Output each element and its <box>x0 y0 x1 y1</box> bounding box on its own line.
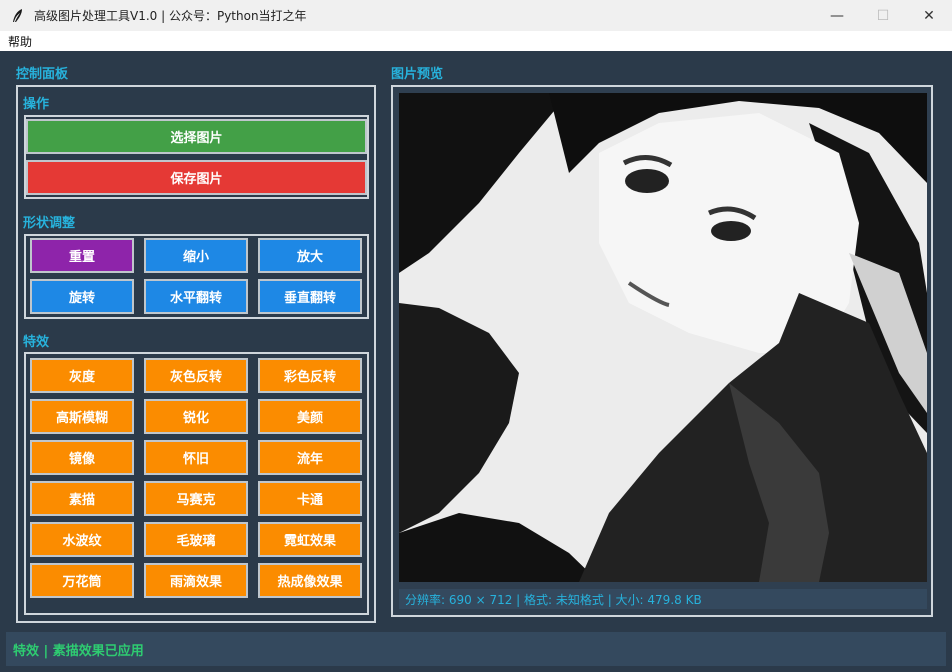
shrink-button[interactable]: 缩小 <box>144 238 248 273</box>
flip-vertical-button[interactable]: 垂直翻转 <box>258 279 362 314</box>
preview-panel: 图片预览 分辨率: 690 × 712 | 格式: 未知格式 | 大小: 479… <box>383 61 937 623</box>
save-image-button[interactable]: 保存图片 <box>26 160 367 195</box>
status-bar: 特效 | 素描效果已应用 <box>6 632 946 666</box>
effect-frosted-glass-button[interactable]: 毛玻璃 <box>144 522 248 557</box>
effect-gray-invert-button[interactable]: 灰色反转 <box>144 358 248 393</box>
menu-help[interactable]: 帮助 <box>0 33 40 50</box>
preview-title: 图片预览 <box>391 67 444 82</box>
feather-icon <box>10 8 26 24</box>
effect-beautify-button[interactable]: 美颜 <box>258 399 362 434</box>
effect-cartoon-button[interactable]: 卡通 <box>258 481 362 516</box>
control-panel: 控制面板 操作 选择图片 保存图片 形状调整 重置 缩小 放大 旋转 水平翻转 … <box>6 61 378 623</box>
effect-grayscale-button[interactable]: 灰度 <box>30 358 134 393</box>
minimize-button[interactable]: — <box>814 0 860 31</box>
effect-thermal-button[interactable]: 热成像效果 <box>258 563 362 598</box>
preview-image <box>399 93 927 582</box>
effect-mirror-button[interactable]: 镜像 <box>30 440 134 475</box>
effect-kaleidoscope-button[interactable]: 万花筒 <box>30 563 134 598</box>
effect-nostalgia-button[interactable]: 怀旧 <box>144 440 248 475</box>
reset-button[interactable]: 重置 <box>30 238 134 273</box>
operations-title: 操作 <box>23 97 50 112</box>
status-text: 特效 | 素描效果已应用 <box>13 643 144 659</box>
effect-mosaic-button[interactable]: 马赛克 <box>144 481 248 516</box>
effect-neon-button[interactable]: 霓虹效果 <box>258 522 362 557</box>
title-bar: 高级图片处理工具V1.0 | 公众号：Python当打之年 — ☐ ✕ <box>0 0 952 31</box>
rotate-button[interactable]: 旋转 <box>30 279 134 314</box>
effect-color-invert-button[interactable]: 彩色反转 <box>258 358 362 393</box>
enlarge-button[interactable]: 放大 <box>258 238 362 273</box>
effect-gaussian-blur-button[interactable]: 高斯模糊 <box>30 399 134 434</box>
app-body: 控制面板 操作 选择图片 保存图片 形状调整 重置 缩小 放大 旋转 水平翻转 … <box>0 51 952 672</box>
effect-raindrop-button[interactable]: 雨滴效果 <box>144 563 248 598</box>
effects-title: 特效 <box>23 335 50 350</box>
shape-title: 形状调整 <box>23 216 76 231</box>
control-panel-title: 控制面板 <box>16 67 69 82</box>
sketch-portrait-image <box>399 93 927 582</box>
effect-sharpen-button[interactable]: 锐化 <box>144 399 248 434</box>
effect-fleeting-years-button[interactable]: 流年 <box>258 440 362 475</box>
preview-frame: 分辨率: 690 × 712 | 格式: 未知格式 | 大小: 479.8 KB <box>391 85 933 617</box>
window-title: 高级图片处理工具V1.0 | 公众号：Python当打之年 <box>34 9 307 23</box>
maximize-button[interactable]: ☐ <box>860 0 906 31</box>
menu-bar: 帮助 <box>0 31 952 51</box>
effect-water-ripple-button[interactable]: 水波纹 <box>30 522 134 557</box>
close-button[interactable]: ✕ <box>906 0 952 31</box>
select-image-button[interactable]: 选择图片 <box>26 119 367 154</box>
window-controls: — ☐ ✕ <box>814 0 952 31</box>
effect-sketch-button[interactable]: 素描 <box>30 481 134 516</box>
image-info-bar: 分辨率: 690 × 712 | 格式: 未知格式 | 大小: 479.8 KB <box>399 589 927 609</box>
flip-horizontal-button[interactable]: 水平翻转 <box>144 279 248 314</box>
